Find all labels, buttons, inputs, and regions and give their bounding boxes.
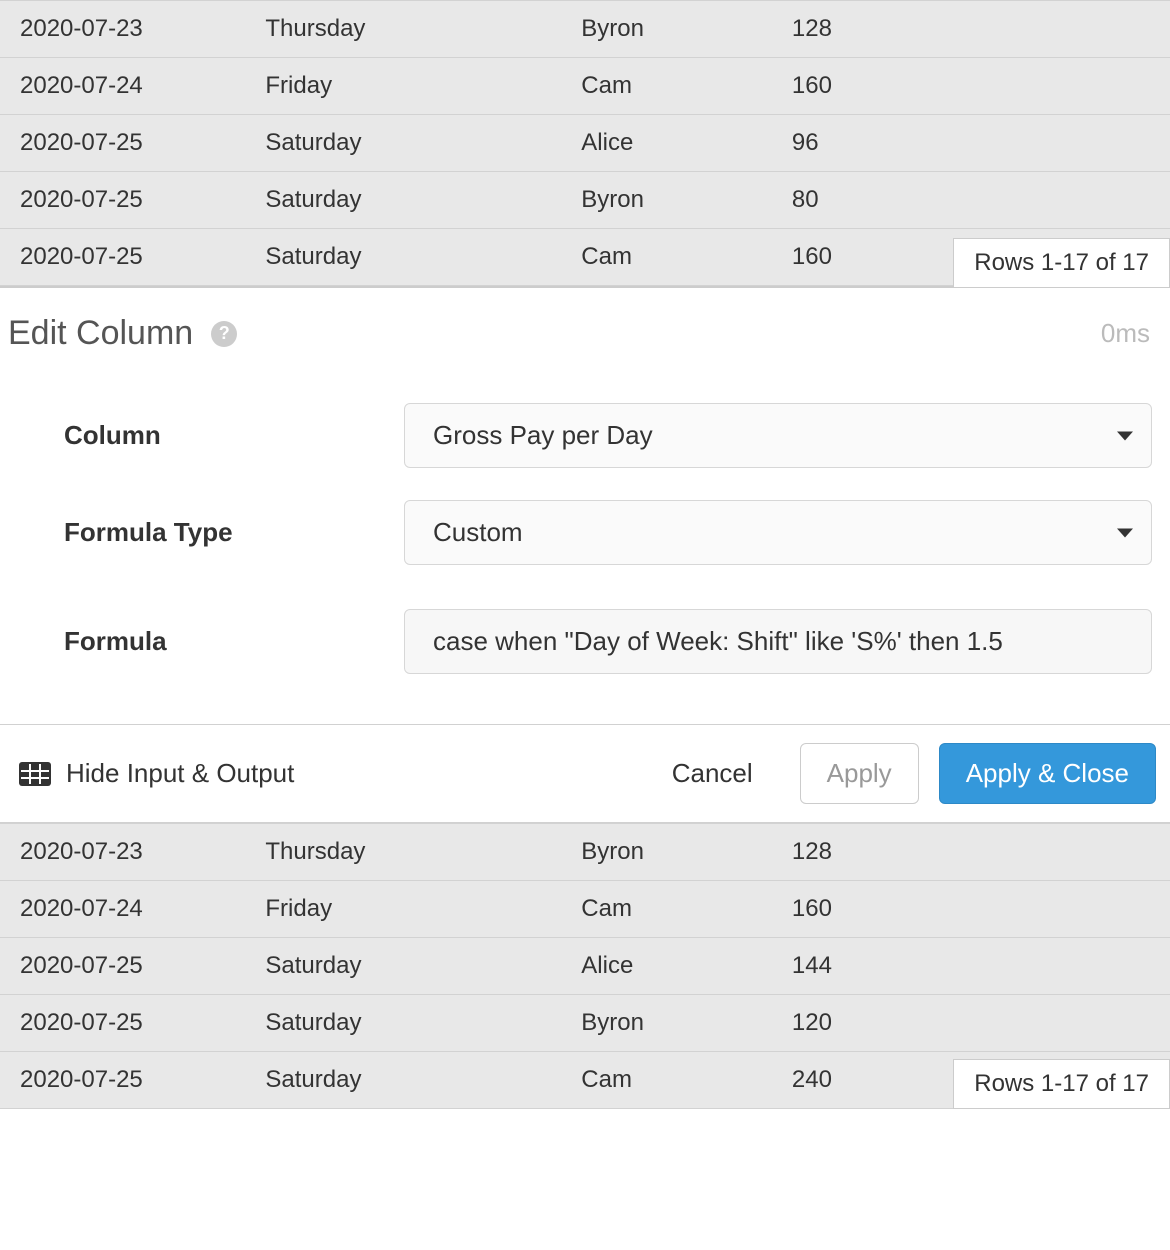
cell-val: 160 — [784, 58, 1170, 115]
cell-date: 2020-07-23 — [0, 824, 257, 881]
rows-count-badge: Rows 1-17 of 17 — [953, 1059, 1170, 1109]
table-icon — [18, 761, 52, 787]
cell-name: Byron — [573, 1, 784, 58]
chevron-down-icon — [1117, 528, 1133, 537]
cell-val: 96 — [784, 115, 1170, 172]
cell-day: Saturday — [257, 229, 573, 286]
table-row[interactable]: 2020-07-25 Saturday Byron 120 — [0, 995, 1170, 1052]
table-row[interactable]: 2020-07-23 Thursday Byron 128 — [0, 824, 1170, 881]
cell-day: Friday — [257, 58, 573, 115]
cell-name: Cam — [573, 229, 784, 286]
formula-row: Formula case when "Day of Week: Shift" l… — [64, 609, 1152, 674]
cell-date: 2020-07-24 — [0, 881, 257, 938]
formula-type-value: Custom — [433, 517, 523, 548]
output-table-container: 2020-07-23 Thursday Byron 128 2020-07-24… — [0, 823, 1170, 1109]
cell-date: 2020-07-25 — [0, 115, 257, 172]
panel-header: Edit Column ? 0ms — [8, 314, 1162, 353]
cell-day: Saturday — [257, 115, 573, 172]
cell-day: Saturday — [257, 1052, 573, 1109]
cell-day: Thursday — [257, 824, 573, 881]
cell-date: 2020-07-25 — [0, 995, 257, 1052]
cell-name: Byron — [573, 995, 784, 1052]
rows-count-badge: Rows 1-17 of 17 — [953, 238, 1170, 287]
timing-label: 0ms — [1101, 318, 1162, 349]
table-row[interactable]: 2020-07-23 Thursday Byron 128 — [0, 1, 1170, 58]
cell-name: Cam — [573, 881, 784, 938]
panel-title: Edit Column — [8, 314, 193, 353]
table-row[interactable]: 2020-07-24 Friday Cam 160 — [0, 881, 1170, 938]
edit-column-form: Column Gross Pay per Day Formula Type Cu… — [8, 403, 1162, 714]
cell-val: 120 — [784, 995, 1170, 1052]
hide-input-output-toggle[interactable]: Hide Input & Output — [18, 758, 294, 789]
column-select-value: Gross Pay per Day — [433, 420, 653, 451]
cell-date: 2020-07-25 — [0, 229, 257, 286]
table-row[interactable]: 2020-07-25 Saturday Byron 80 — [0, 172, 1170, 229]
edit-column-panel: Edit Column ? 0ms Column Gross Pay per D… — [0, 288, 1170, 724]
input-table-container: 2020-07-23 Thursday Byron 128 2020-07-24… — [0, 0, 1170, 288]
table-row[interactable]: 2020-07-24 Friday Cam 160 — [0, 58, 1170, 115]
cell-name: Byron — [573, 824, 784, 881]
cell-name: Cam — [573, 1052, 784, 1109]
help-icon[interactable]: ? — [211, 321, 237, 347]
column-label: Column — [64, 420, 404, 451]
cell-date: 2020-07-25 — [0, 938, 257, 995]
cell-name: Byron — [573, 172, 784, 229]
cell-day: Saturday — [257, 995, 573, 1052]
cell-name: Cam — [573, 58, 784, 115]
cell-val: 160 — [784, 881, 1170, 938]
formula-type-row: Formula Type Custom — [64, 500, 1152, 565]
cell-date: 2020-07-24 — [0, 58, 257, 115]
cell-name: Alice — [573, 115, 784, 172]
cell-val: 128 — [784, 824, 1170, 881]
table-row[interactable]: 2020-07-25 Saturday Alice 96 — [0, 115, 1170, 172]
table-row[interactable]: 2020-07-25 Saturday Alice 144 — [0, 938, 1170, 995]
cell-date: 2020-07-25 — [0, 172, 257, 229]
cell-date: 2020-07-23 — [0, 1, 257, 58]
chevron-down-icon — [1117, 431, 1133, 440]
cell-date: 2020-07-25 — [0, 1052, 257, 1109]
actions-bar: Hide Input & Output Cancel Apply Apply &… — [0, 724, 1170, 823]
cancel-button[interactable]: Cancel — [645, 743, 780, 804]
column-field-row: Column Gross Pay per Day — [64, 403, 1152, 468]
cell-val: 80 — [784, 172, 1170, 229]
cell-val: 144 — [784, 938, 1170, 995]
cell-day: Friday — [257, 881, 573, 938]
cell-day: Saturday — [257, 938, 573, 995]
column-select[interactable]: Gross Pay per Day — [404, 403, 1152, 468]
apply-close-button[interactable]: Apply & Close — [939, 743, 1156, 804]
formula-input[interactable]: case when "Day of Week: Shift" like 'S%'… — [404, 609, 1152, 674]
formula-type-select[interactable]: Custom — [404, 500, 1152, 565]
formula-type-label: Formula Type — [64, 517, 404, 548]
cell-name: Alice — [573, 938, 784, 995]
cell-day: Thursday — [257, 1, 573, 58]
hide-io-label: Hide Input & Output — [66, 758, 294, 789]
cell-val: 128 — [784, 1, 1170, 58]
apply-button[interactable]: Apply — [800, 743, 919, 804]
formula-value: case when "Day of Week: Shift" like 'S%'… — [433, 626, 1003, 657]
formula-label: Formula — [64, 626, 404, 657]
cell-day: Saturday — [257, 172, 573, 229]
